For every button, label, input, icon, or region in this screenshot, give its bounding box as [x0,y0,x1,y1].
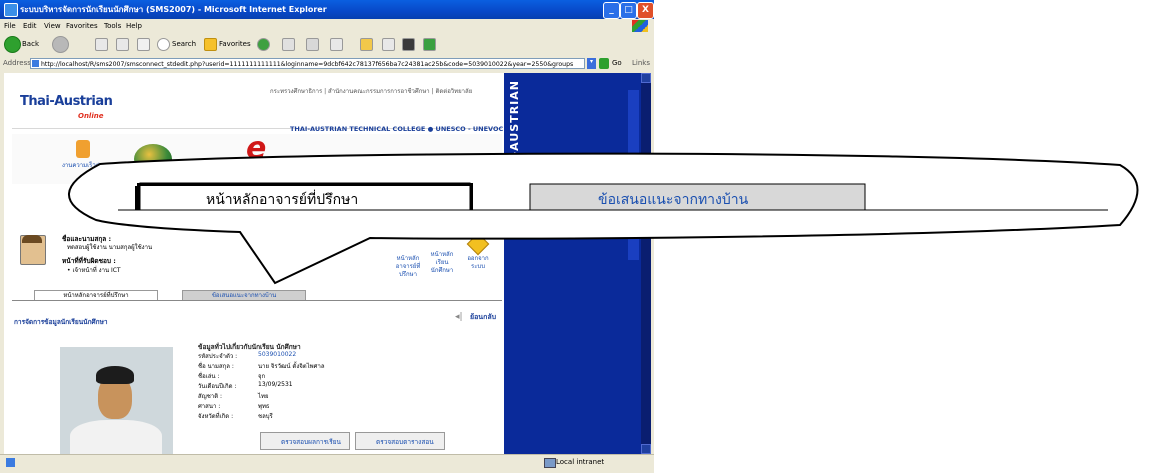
zoom-callout: หน้าหลักอาจารย์ที่ปรึกษา ข้อเสนอแนะจากทา… [68,152,1139,285]
callout-tab-right-edge [470,186,473,210]
callout-tab-active-label: หน้าหลักอาจารย์ที่ปรึกษา [206,190,358,208]
callout-tab-active-edge [137,183,473,186]
callout-tab-left-edge [135,186,140,210]
callout-tab-inactive-label: ข้อเสนอแนะจากทางบ้าน [598,192,749,208]
callout-bubble [68,152,1139,285]
